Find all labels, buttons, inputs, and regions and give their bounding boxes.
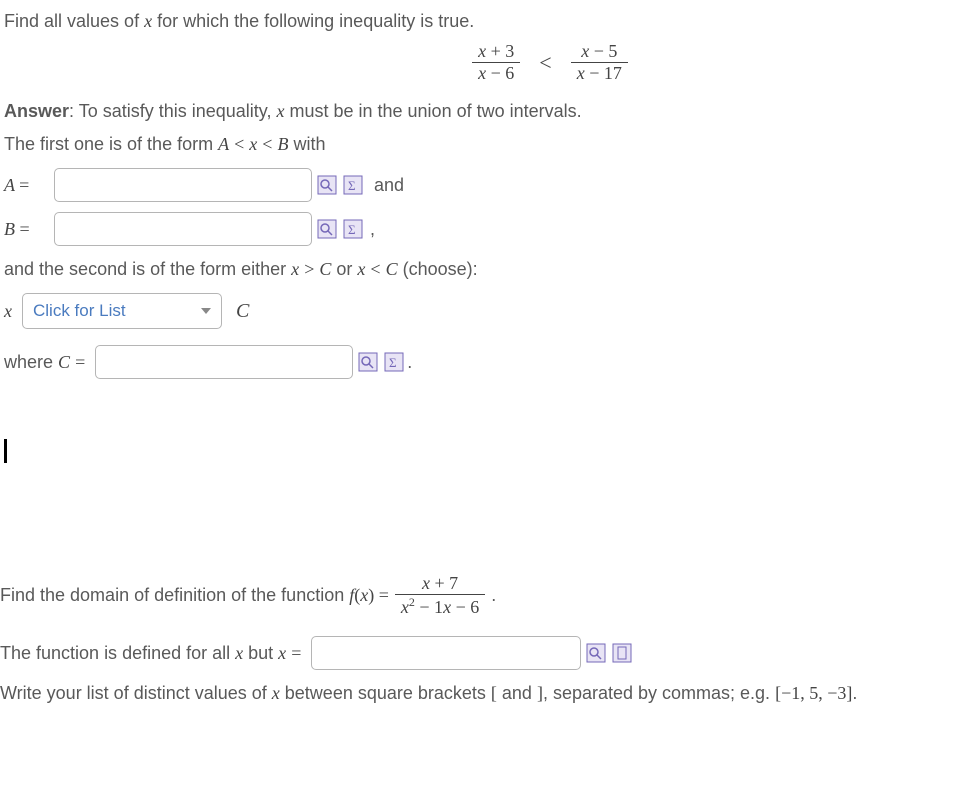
B-label: B = xyxy=(4,219,54,240)
C-input[interactable] xyxy=(95,345,353,379)
domain-input[interactable] xyxy=(311,636,581,670)
svg-text:Σ: Σ xyxy=(348,222,356,237)
preview-icon[interactable] xyxy=(316,174,338,196)
p2-period: . xyxy=(491,585,496,606)
A-label: A = xyxy=(4,175,54,196)
chevron-down-icon xyxy=(201,308,211,314)
answer-label: Answer xyxy=(4,101,69,121)
second-interval-text: and the second is of the form either x >… xyxy=(4,256,976,283)
svg-text:Σ: Σ xyxy=(389,355,397,370)
help-icon[interactable] xyxy=(611,642,633,664)
svg-text:Σ: Σ xyxy=(348,178,356,193)
answer-line2: The first one is of the form A < x < B w… xyxy=(4,131,976,158)
select-placeholder: Click for List xyxy=(33,301,126,321)
preview-icon[interactable] xyxy=(585,642,607,664)
equation-editor-icon[interactable]: Σ xyxy=(342,218,364,240)
A-input[interactable] xyxy=(54,168,312,202)
whereC-label: where C = xyxy=(4,352,85,373)
and-text: and xyxy=(374,175,404,196)
problem2-prompt: Find the domain of definition of the fun… xyxy=(0,573,976,618)
relation-select[interactable]: Click for List xyxy=(22,293,222,329)
p1-text: Find all values of x for which the follo… xyxy=(4,11,474,31)
problem1-prompt: Find all values of x for which the follo… xyxy=(4,8,976,35)
period: . xyxy=(407,352,412,373)
C-var: C xyxy=(236,300,249,323)
text-cursor xyxy=(4,439,7,463)
B-input[interactable] xyxy=(54,212,312,246)
equation-editor-icon[interactable]: Σ xyxy=(383,351,405,373)
equation-editor-icon[interactable]: Σ xyxy=(342,174,364,196)
p2-instruction: Write your list of distinct values of x … xyxy=(0,680,976,707)
answer-line1: Answer: To satisfy this inequality, x mu… xyxy=(4,98,976,125)
p2-line2: The function is defined for all x but x … xyxy=(0,643,301,664)
preview-icon[interactable] xyxy=(316,218,338,240)
inequality-display: x + 3 x − 6 < x − 5 x − 17 xyxy=(124,41,976,84)
preview-icon[interactable] xyxy=(357,351,379,373)
comma: , xyxy=(370,219,375,240)
x-var: x xyxy=(4,301,12,322)
